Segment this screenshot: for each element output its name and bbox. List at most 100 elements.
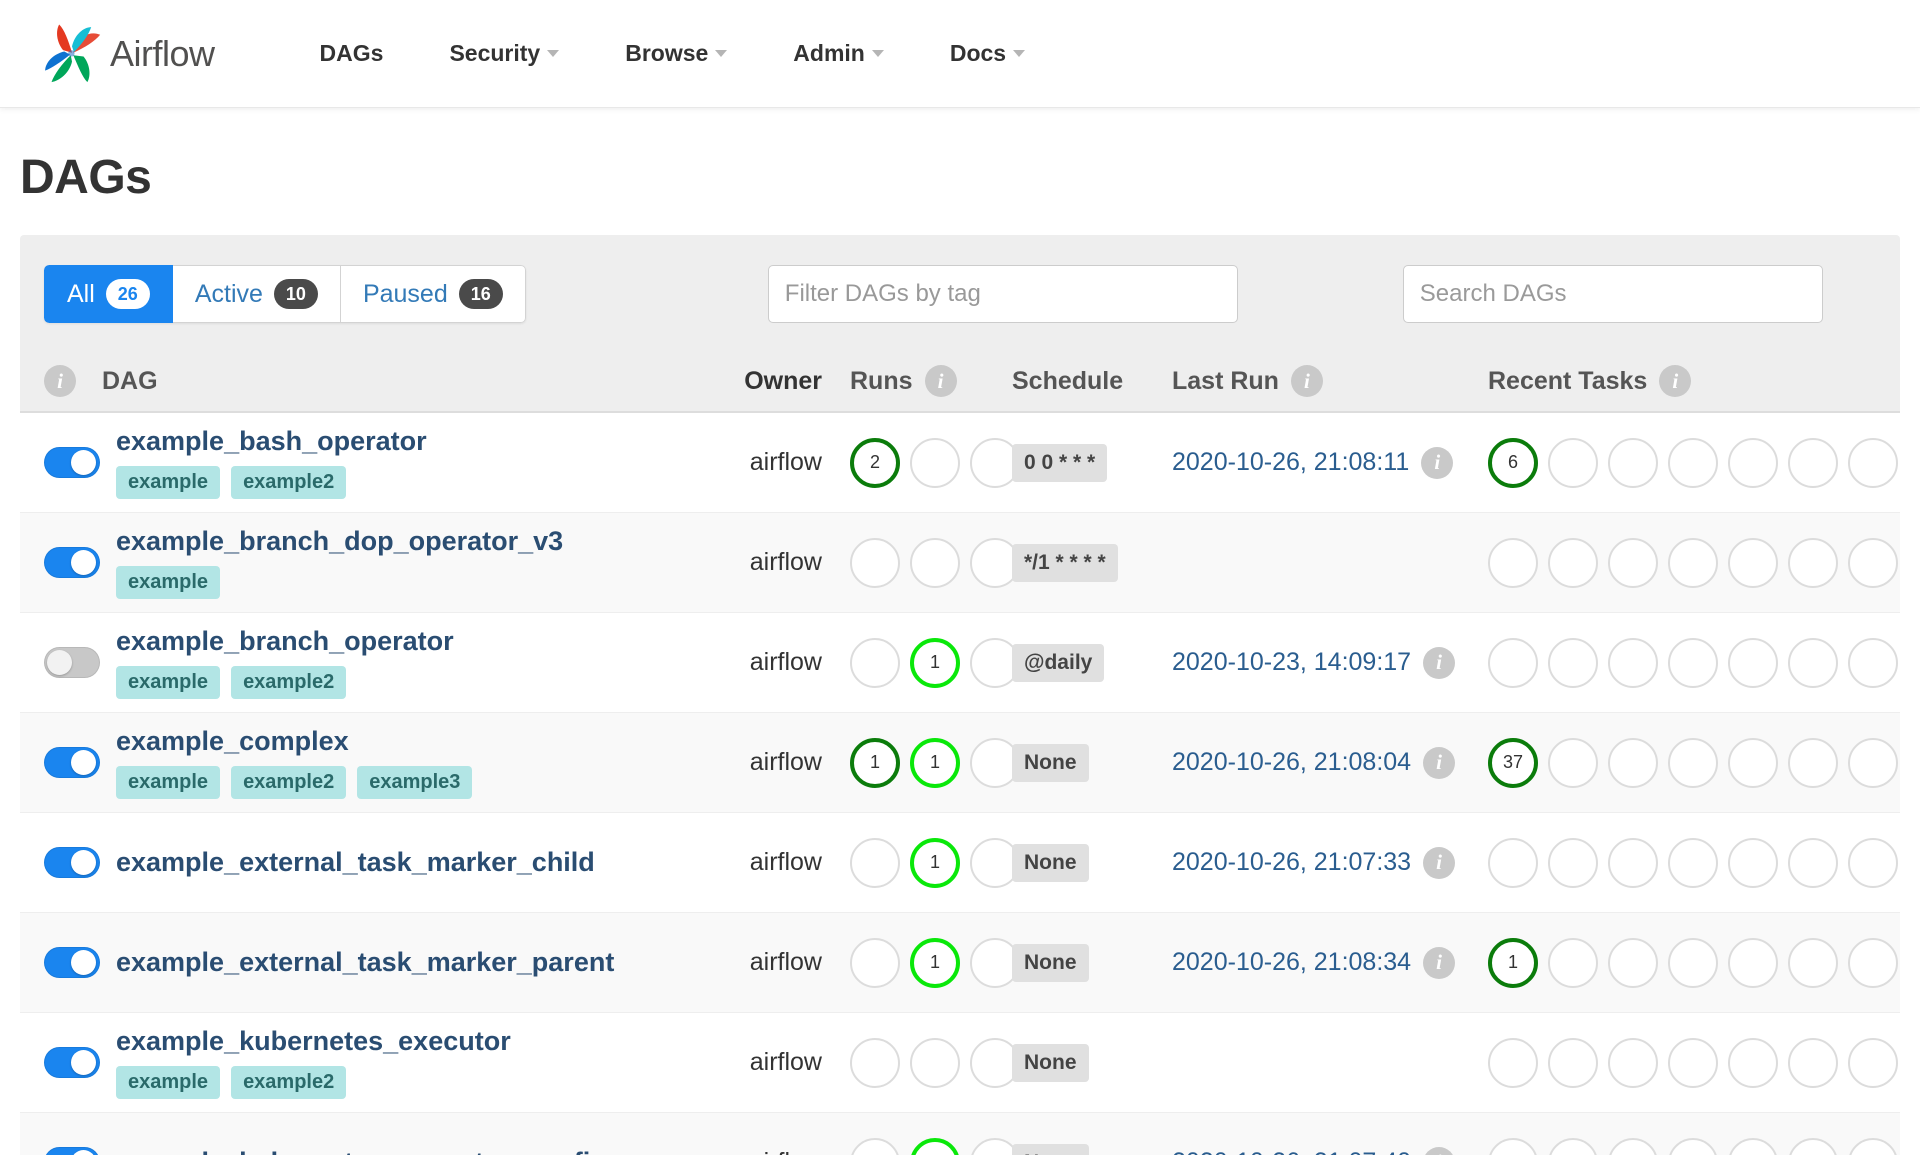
task-state-circle[interactable] [1848, 637, 1898, 688]
task-state-circle[interactable] [1848, 937, 1898, 988]
run-state-circle[interactable]: 1 [910, 637, 960, 688]
tab-paused[interactable]: Paused 16 [340, 265, 526, 323]
dag-tag-badge[interactable]: example [116, 566, 221, 599]
last-run-link[interactable]: 2020-10-26, 21:08:34 [1172, 948, 1411, 977]
dag-tag-badge[interactable]: example3 [357, 766, 473, 799]
nav-item-dags[interactable]: DAGs [287, 40, 417, 67]
task-state-circle[interactable] [1668, 537, 1718, 588]
task-state-circle[interactable] [1608, 737, 1658, 788]
run-state-circle[interactable] [850, 937, 900, 988]
task-state-circle[interactable] [1728, 1137, 1778, 1155]
task-state-circle[interactable] [1788, 737, 1838, 788]
info-icon[interactable]: i [1423, 1146, 1456, 1155]
nav-item-browse[interactable]: Browse [592, 40, 760, 67]
task-state-circle[interactable] [1548, 937, 1598, 988]
info-icon[interactable]: i [1423, 746, 1456, 779]
task-state-circle[interactable] [1788, 637, 1838, 688]
task-state-circle[interactable] [1608, 437, 1658, 488]
task-state-circle[interactable] [1788, 937, 1838, 988]
task-state-circle[interactable] [1788, 437, 1838, 488]
dag-tag-badge[interactable]: example2 [231, 466, 347, 499]
tab-all[interactable]: All 26 [44, 265, 173, 323]
task-state-circle[interactable] [1608, 1137, 1658, 1155]
task-state-circle[interactable] [1548, 837, 1598, 888]
info-icon[interactable]: i [1421, 446, 1454, 479]
info-icon[interactable]: i [1290, 365, 1323, 397]
task-state-circle[interactable] [1728, 837, 1778, 888]
task-state-circle[interactable] [1848, 837, 1898, 888]
task-state-circle[interactable] [1848, 437, 1898, 488]
task-state-circle[interactable] [1668, 837, 1718, 888]
task-state-circle[interactable] [1608, 1037, 1658, 1088]
task-state-circle[interactable] [1548, 537, 1598, 588]
last-run-link[interactable]: 2020-10-23, 14:09:17 [1172, 648, 1411, 677]
task-state-circle[interactable]: 6 [1488, 437, 1538, 488]
task-state-circle[interactable] [1848, 737, 1898, 788]
dag-tag-badge[interactable]: example [116, 1066, 221, 1099]
task-state-circle[interactable] [1668, 937, 1718, 988]
task-state-circle[interactable]: 37 [1488, 737, 1538, 788]
run-state-circle[interactable] [850, 537, 900, 588]
task-state-circle[interactable] [1728, 537, 1778, 588]
dag-pause-toggle[interactable] [44, 1147, 100, 1155]
task-state-circle[interactable] [1608, 637, 1658, 688]
run-state-circle[interactable]: 1 [910, 837, 960, 888]
run-state-circle[interactable] [850, 637, 900, 688]
dag-tag-badge[interactable]: example [116, 466, 221, 499]
task-state-circle[interactable] [1848, 537, 1898, 588]
task-state-circle[interactable] [1788, 537, 1838, 588]
run-state-circle[interactable]: 1 [850, 737, 900, 788]
dag-name-link[interactable]: example_kubernetes_executor [116, 1026, 692, 1057]
dag-pause-toggle[interactable] [44, 1047, 100, 1078]
task-state-circle[interactable] [1728, 437, 1778, 488]
run-state-circle[interactable]: 2 [850, 437, 900, 488]
dag-tag-badge[interactable]: example [116, 666, 221, 699]
info-icon[interactable]: i [1423, 846, 1456, 879]
dag-pause-toggle[interactable] [44, 947, 100, 978]
run-state-circle[interactable] [850, 1137, 900, 1155]
nav-item-security[interactable]: Security [416, 40, 592, 67]
dag-tag-badge[interactable]: example [116, 766, 221, 799]
task-state-circle[interactable] [1488, 637, 1538, 688]
task-state-circle[interactable] [1728, 937, 1778, 988]
dag-tag-badge[interactable]: example2 [231, 666, 347, 699]
dag-name-link[interactable]: example_branch_dop_operator_v3 [116, 526, 692, 557]
brand-logo-link[interactable]: Airflow [40, 22, 215, 86]
nav-item-admin[interactable]: Admin [760, 40, 917, 67]
task-state-circle[interactable] [1488, 1137, 1538, 1155]
dag-name-link[interactable]: example_branch_operator [116, 626, 692, 657]
task-state-circle[interactable] [1668, 637, 1718, 688]
task-state-circle[interactable] [1728, 1037, 1778, 1088]
last-run-link[interactable]: 2020-10-26, 21:08:11 [1172, 448, 1409, 477]
task-state-circle[interactable] [1548, 1137, 1598, 1155]
task-state-circle[interactable] [1848, 1137, 1898, 1155]
run-state-circle[interactable] [850, 1037, 900, 1088]
tag-filter-input[interactable] [767, 265, 1238, 323]
task-state-circle[interactable] [1548, 437, 1598, 488]
task-state-circle[interactable] [1788, 1037, 1838, 1088]
tab-active[interactable]: Active 10 [172, 265, 341, 323]
run-state-circle[interactable]: 1 [910, 1137, 960, 1155]
task-state-circle[interactable] [1668, 737, 1718, 788]
task-state-circle[interactable] [1848, 1037, 1898, 1088]
task-state-circle[interactable] [1488, 837, 1538, 888]
last-run-link[interactable]: 2020-10-26, 21:07:40 [1172, 1148, 1411, 1155]
task-state-circle[interactable] [1548, 737, 1598, 788]
task-state-circle[interactable] [1608, 537, 1658, 588]
dag-name-link[interactable]: example_bash_operator [116, 426, 692, 457]
task-state-circle[interactable] [1728, 737, 1778, 788]
run-state-circle[interactable]: 1 [910, 737, 960, 788]
info-icon[interactable]: i [1423, 946, 1456, 979]
task-state-circle[interactable] [1608, 837, 1658, 888]
nav-item-docs[interactable]: Docs [917, 40, 1058, 67]
dag-name-link[interactable]: example_external_task_marker_child [116, 847, 692, 878]
last-run-link[interactable]: 2020-10-26, 21:08:04 [1172, 748, 1411, 777]
task-state-circle[interactable] [1488, 1037, 1538, 1088]
dag-tag-badge[interactable]: example2 [231, 766, 347, 799]
task-state-circle[interactable] [1728, 637, 1778, 688]
dag-pause-toggle[interactable] [44, 747, 100, 778]
dag-pause-toggle[interactable] [44, 447, 100, 478]
task-state-circle[interactable] [1668, 437, 1718, 488]
run-state-circle[interactable] [910, 437, 960, 488]
task-state-circle[interactable] [1668, 1137, 1718, 1155]
